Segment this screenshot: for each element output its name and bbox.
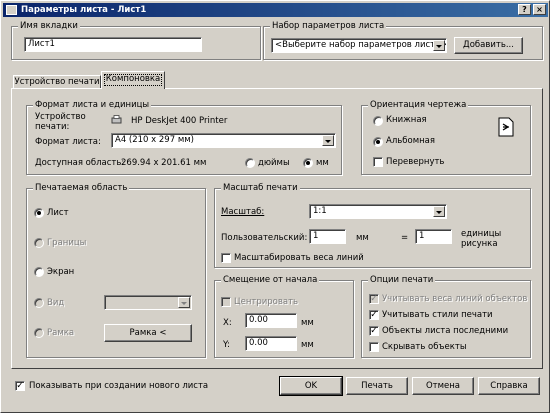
paper-format-value: A4 (210 x 297 мм) <box>115 135 194 145</box>
chevron-down-icon[interactable] <box>322 135 334 146</box>
custom-scale-label: Пользовательский: <box>221 233 308 243</box>
portrait-label[interactable]: Книжная <box>386 115 427 126</box>
portrait-radio[interactable] <box>373 116 383 126</box>
layout-name-input[interactable]: Лист1 <box>24 37 202 52</box>
printable-area-label: Доступная область: <box>35 158 125 168</box>
show-on-new-layout-checkbox[interactable]: ✓ <box>15 381 25 391</box>
plot-area-window-radio[interactable] <box>34 328 44 338</box>
device-label-2: печати: <box>35 122 70 132</box>
help-title-button[interactable]: ? <box>518 4 531 15</box>
offset-y-label: Y: <box>223 340 230 350</box>
offset-y-unit: мм <box>301 340 314 350</box>
plot-area-view-label[interactable]: Вид <box>47 298 64 309</box>
equals-sign: = <box>401 233 409 243</box>
orientation-legend: Ориентация чертежа <box>368 100 469 111</box>
chevron-down-icon[interactable] <box>433 206 445 217</box>
ok-button[interactable]: OK <box>279 376 343 396</box>
printer-icon <box>111 115 122 124</box>
plot-area-legend: Печатаемая область <box>33 183 130 194</box>
plot-area-display-radio[interactable] <box>34 267 44 277</box>
plot-lineweights-label[interactable]: Учитывать веса линий объектов <box>382 294 527 305</box>
plot-area-layout-radio[interactable] <box>34 208 44 218</box>
custom-mm-unit: мм <box>356 233 369 243</box>
window-pick-button[interactable]: Рамка < <box>104 324 192 342</box>
page-setup-dialog: Параметры листа - Лист1 ? × Имя вкладки … <box>0 0 550 413</box>
units-mm-label[interactable]: мм <box>316 158 329 169</box>
tab-layout-settings[interactable]: Компоновка <box>101 71 165 89</box>
plot-scale-legend: Масштаб печати <box>221 183 300 194</box>
center-plot-label[interactable]: Центрировать <box>234 297 298 308</box>
paper-format-combo[interactable]: A4 (210 x 297 мм) <box>111 133 336 148</box>
printable-area-value: 269.94 x 201.61 мм <box>121 158 207 168</box>
custom-mm-input[interactable]: 1 <box>309 229 346 244</box>
window-title: Параметры листа - Лист1 <box>21 5 147 15</box>
page-setup-selected: <Выберите набор параметров листа> <box>275 40 447 50</box>
chevron-down-icon[interactable] <box>178 297 190 308</box>
scale-lineweights-label[interactable]: Масштабировать веса линий <box>234 253 364 264</box>
units-inches-label[interactable]: дюймы <box>258 158 290 169</box>
plot-area-layout-label[interactable]: Лист <box>47 208 69 219</box>
hide-objects-label[interactable]: Скрывать объекты <box>382 342 467 353</box>
plot-offset-legend: Смещение от начала <box>221 275 320 286</box>
plot-area-display-label[interactable]: Экран <box>47 267 74 278</box>
center-plot-checkbox[interactable] <box>221 297 231 307</box>
scale-lineweights-checkbox[interactable] <box>221 253 231 263</box>
landscape-label[interactable]: Альбомная <box>386 136 435 147</box>
page-setup-legend: Набор параметров листа <box>270 21 387 32</box>
offset-y-input[interactable]: 0.00 <box>245 336 297 351</box>
custom-units-input[interactable]: 1 <box>415 229 452 244</box>
plot-styles-label[interactable]: Учитывать стили печати <box>382 310 493 321</box>
chevron-down-icon[interactable] <box>433 40 445 51</box>
device-value: HP DeskJet 400 Printer <box>131 116 228 126</box>
layout-name-legend: Имя вкладки <box>18 21 80 32</box>
custom-units-label-2: рисунка <box>461 239 498 249</box>
plot-upside-down-checkbox[interactable] <box>373 157 383 167</box>
add-page-setup-button[interactable]: Добавить... <box>454 37 523 54</box>
paper-format-label: Формат листа: <box>35 137 101 147</box>
view-combo[interactable] <box>104 295 192 310</box>
app-icon <box>6 5 17 15</box>
plot-area-extents-radio[interactable] <box>34 238 44 248</box>
plot-upside-down-label[interactable]: Перевернуть <box>386 157 444 168</box>
plot-lineweights-checkbox[interactable]: ✓ <box>369 294 379 304</box>
offset-x-unit: мм <box>301 318 314 328</box>
plot-styles-checkbox[interactable]: ✓ <box>369 310 379 320</box>
offset-x-input[interactable]: 0.00 <box>245 313 297 328</box>
paper-size-legend: Формат листа и единицы <box>33 100 152 111</box>
plot-area-window-label[interactable]: Рамка <box>47 328 74 339</box>
offset-x-label: X: <box>223 318 232 328</box>
landscape-page-icon <box>498 117 514 137</box>
plot-button[interactable]: Печать <box>346 377 408 395</box>
hide-objects-checkbox[interactable] <box>369 342 379 352</box>
title-bar[interactable]: Параметры листа - Лист1 ? × <box>3 3 548 17</box>
tab-plot-device[interactable]: Устройство печати <box>13 75 101 88</box>
plot-area-extents-label[interactable]: Границы <box>47 238 86 249</box>
plot-options-legend: Опции печати <box>368 275 436 286</box>
scale-combo[interactable]: 1:1 <box>309 204 447 219</box>
units-mm-radio[interactable] <box>303 158 313 168</box>
paperspace-last-label[interactable]: Объекты листа последними <box>382 326 508 337</box>
scale-value: 1:1 <box>313 206 327 216</box>
landscape-radio[interactable] <box>373 137 383 147</box>
units-inches-radio[interactable] <box>245 158 255 168</box>
show-on-new-layout-label[interactable]: Показывать при создании нового листа <box>29 381 208 392</box>
cancel-button[interactable]: Отмена <box>412 377 474 395</box>
plot-area-view-radio[interactable] <box>34 298 44 308</box>
paperspace-last-checkbox[interactable]: ✓ <box>369 326 379 336</box>
page-setup-combo[interactable]: <Выберите набор параметров листа> <box>271 38 447 53</box>
help-button[interactable]: Справка <box>478 377 540 395</box>
close-title-button[interactable]: × <box>533 4 546 15</box>
scale-label: Масштаб: <box>221 207 265 217</box>
